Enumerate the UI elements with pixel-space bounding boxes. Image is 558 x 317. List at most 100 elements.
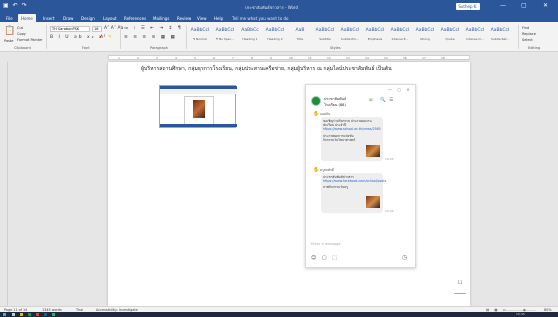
ruler-tick: 17 (422, 56, 426, 60)
group-name: ประชาสัมพันธ์โรงเรียน (88) (324, 97, 347, 107)
user-account-button[interactable]: Suthep K. (456, 3, 480, 10)
browser-icon[interactable] (28, 313, 31, 316)
style-item[interactable]: AaBbCcI Heading 2 (265, 25, 285, 42)
send-icon[interactable]: ◷ (402, 254, 407, 261)
message-text: ขอเชิญร่วมกิจกรรม ประกวดผลงานนักเรียน ปร… (323, 119, 372, 128)
style-name: Subtle Ref... (490, 37, 509, 41)
attach-icon[interactable]: ▢ (322, 255, 329, 261)
word-icon[interactable] (44, 313, 47, 316)
vertical-ruler[interactable] (0, 62, 8, 306)
horizontal-ruler[interactable]: 1 2 3 4 5 6 7 8 9 10 11 12 13 14 15 16 17 18 (0, 53, 558, 62)
tab-references[interactable]: References (121, 14, 149, 22)
quick-access-toolbar: ▣ ↶ ↷ (3, 3, 27, 9)
style-item[interactable]: AaBbCcI Subtitle (315, 25, 335, 42)
document-page[interactable]: ผู้บริหารสถานศึกษา, กลุ่มธุรการโรงเรียน,… (108, 62, 470, 306)
style-item[interactable]: AaBbCc Heading 1 (240, 25, 260, 42)
tab-draw[interactable]: Draw (60, 14, 76, 22)
minimize-button[interactable]: — (500, 2, 506, 9)
tab-home[interactable]: Home (18, 14, 36, 22)
file-explorer-icon[interactable] (20, 313, 23, 316)
style-name: Emphasis (367, 37, 383, 41)
font-size-select[interactable]: 16 (92, 26, 102, 32)
ruler-tick: 15 (384, 56, 388, 60)
ruler-tick: 2 (137, 56, 139, 60)
document-title: ประชาสัมพันธ์ข่าวสาร - Word (245, 5, 299, 10)
font-format-buttons[interactable]: B I U ab x₂ x² (50, 35, 107, 40)
font-group-label: Font (82, 46, 90, 50)
style-item[interactable]: AaBbCcI Subtle Em... (340, 25, 360, 42)
styles-group-label: Styles (330, 46, 341, 50)
style-item[interactable]: AaB Title (290, 25, 310, 42)
screenshot-icon[interactable]: ⬚ (332, 255, 339, 261)
embedded-screenshot-line-chat[interactable]: — ▢ ✕ ประชาสัมพันธ์โรงเรียน (88) ☏ 🔍 ☰ ✋… (305, 84, 416, 268)
ruler-tick: 3 (156, 56, 158, 60)
style-name: Subtitle (319, 37, 331, 41)
windows-taskbar: 10:45 (0, 312, 558, 317)
separator (46, 25, 47, 49)
style-item[interactable]: AaBbCcI Emphasis (365, 25, 385, 42)
select-button[interactable]: Select (522, 38, 533, 42)
style-item[interactable]: AaBbCcI Subtle Ref... (490, 25, 510, 42)
ruler-tick: 18 (441, 56, 445, 60)
tab-view[interactable]: View (194, 14, 210, 22)
alignment-buttons[interactable]: ≡ ≡ ≡ ≡ ▦ ▦ (124, 35, 177, 40)
copy-button[interactable]: Copy (17, 32, 26, 36)
style-name: Intense E... (391, 37, 409, 41)
chat-message-input[interactable]: Enter a message (311, 242, 341, 246)
maximize-button[interactable]: ▢ (521, 2, 527, 9)
style-name: Strong (420, 37, 430, 41)
ruler-tick: 8 (251, 56, 253, 60)
tab-help[interactable]: Help (211, 14, 226, 22)
tab-mailings[interactable]: Mailings (150, 14, 172, 22)
find-button[interactable]: Find (522, 26, 529, 30)
style-name: Heading 1 (242, 37, 258, 41)
font-name-select[interactable]: TH SarabunPSK (50, 26, 90, 32)
ruler-tick: 10 (289, 56, 293, 60)
list-buttons[interactable]: ≔ ⁝ ☰ ⇤ ⇥ ↕ ¶ (124, 26, 183, 31)
group-avatar (311, 96, 321, 106)
phone-icon: ☏ (368, 98, 374, 103)
start-icon[interactable] (3, 313, 6, 316)
style-item[interactable]: AaBbCcI Strong (415, 25, 435, 42)
tab-design[interactable]: Design (78, 14, 98, 22)
search-icon[interactable] (12, 313, 15, 316)
format-painter-button[interactable]: Format Painter (17, 38, 43, 42)
tab-review[interactable]: Review (174, 14, 194, 22)
ribbon-home: 📋 Paste Cut Copy Format Painter Clipboar… (0, 22, 558, 52)
style-name: Subtle Em... (340, 37, 360, 41)
title-bar: ▣ ↶ ↷ ประชาสัมพันธ์ข่าวสาร - Word Suthep… (0, 0, 558, 13)
style-name: Quote (445, 37, 455, 41)
chat-header-icons: ☏ 🔍 ☰ (368, 98, 393, 103)
message-link: https://www.facebook.com/school/posts (323, 179, 387, 184)
emoji-icon[interactable]: ☺ (311, 255, 318, 261)
replace-button[interactable]: Replace (522, 32, 536, 36)
tab-layout[interactable]: Layout (100, 14, 120, 22)
style-item[interactable]: AaBbCcI ¶ No Spac... (215, 25, 235, 42)
ruler-tick: 14 (365, 56, 369, 60)
highlight-icon[interactable]: ✎ (108, 35, 112, 40)
style-item[interactable]: AaBbCcI Intense E... (390, 25, 410, 42)
style-sample: AaBbCc (241, 28, 259, 33)
style-item[interactable]: AaBbCcI Quote (440, 25, 460, 42)
screenshot-page (184, 96, 214, 126)
chrome-icon[interactable] (36, 313, 39, 316)
tab-insert[interactable]: Insert (40, 14, 57, 22)
style-sample: AaBbCcI (490, 28, 510, 33)
line-app-icon[interactable] (52, 313, 55, 316)
style-item[interactable]: AaBbCcI Intense Q... (465, 25, 485, 42)
tab-file[interactable]: File (3, 14, 16, 22)
save-icon[interactable]: ▣ (3, 3, 9, 9)
font-color-icon[interactable]: A (100, 35, 103, 40)
embedded-screenshot-word[interactable] (159, 85, 237, 128)
redo-icon[interactable]: ↷ (22, 3, 27, 9)
close-button[interactable]: ✕ (543, 2, 548, 9)
style-name: ¶ Normal (193, 37, 207, 41)
message-link: https://www.school.ac.th/news/2565 (323, 127, 381, 132)
undo-icon[interactable]: ↶ (13, 3, 18, 9)
chat-window-controls: — ▢ ✕ (388, 87, 412, 92)
style-item[interactable]: AaBbCcI ¶ Normal (190, 25, 210, 42)
tell-me-search[interactable]: Tell me what you want to do (229, 14, 291, 22)
paste-icon[interactable]: 📋 (4, 26, 15, 36)
paste-button[interactable]: Paste (4, 39, 13, 43)
cut-button[interactable]: Cut (17, 26, 23, 30)
